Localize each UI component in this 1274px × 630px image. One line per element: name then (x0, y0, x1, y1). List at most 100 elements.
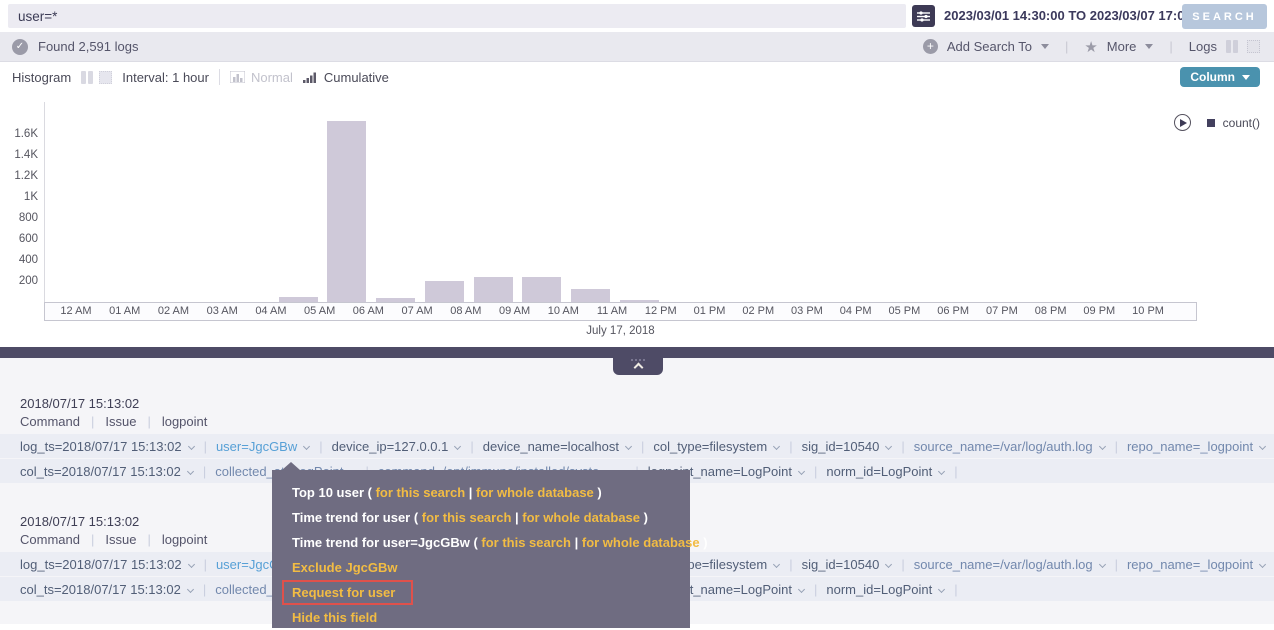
add-search-to-button[interactable]: Add Search To (947, 39, 1032, 54)
chevron-down-icon[interactable] (798, 467, 805, 474)
more-button[interactable]: More (1107, 39, 1137, 54)
sliders-icon (917, 11, 930, 22)
log-tag[interactable]: logpoint (162, 532, 208, 547)
log-field[interactable]: source_name=/var/log/auth.log (914, 439, 1106, 454)
context-menu-link[interactable]: for this search (422, 510, 512, 525)
bar-chart-icon (230, 71, 245, 83)
filter-settings-button[interactable] (912, 5, 935, 27)
context-menu-link[interactable]: for whole database (476, 485, 594, 500)
normal-mode-button[interactable]: Normal (230, 70, 293, 85)
chevron-down-icon[interactable] (773, 560, 780, 567)
chevron-down-icon[interactable] (885, 560, 892, 567)
x-axis-tick-label: 08 AM (450, 305, 481, 317)
chevron-down-icon[interactable] (1259, 442, 1266, 449)
chevron-down-icon[interactable] (798, 585, 805, 592)
chevron-down-icon[interactable] (625, 442, 632, 449)
y-axis-line (44, 102, 45, 302)
chevron-down-icon (1242, 75, 1250, 80)
histogram-bar[interactable] (327, 121, 366, 302)
log-tag[interactable]: Command (20, 532, 80, 547)
grid-view-icon[interactable] (1247, 40, 1260, 53)
log-field[interactable]: user=JgcGBw (216, 439, 310, 454)
histogram-chart: July 17, 2018 count() 1.6K1.4K1.2K1K8006… (0, 92, 1274, 347)
log-field[interactable]: sig_id=10540 (802, 557, 893, 572)
context-menu-item[interactable]: Time trend for user=JgcGBw ( for this se… (272, 530, 690, 555)
chevron-down-icon[interactable] (773, 442, 780, 449)
context-menu-link[interactable]: for whole database (522, 510, 640, 525)
check-circle-icon: ✓ (12, 39, 28, 55)
chevron-down-icon[interactable] (303, 442, 310, 449)
log-tag[interactable]: Command (20, 414, 80, 429)
menu-pointer (282, 462, 300, 470)
log-tag[interactable]: Issue (105, 414, 136, 429)
chevron-down-icon[interactable] (1041, 44, 1049, 49)
histogram-bar[interactable] (474, 277, 513, 302)
context-menu-link[interactable]: for this search (481, 535, 571, 550)
x-axis-tick-label: 02 PM (742, 305, 774, 317)
x-axis-tick-label: 07 AM (402, 305, 433, 317)
highlighted-menu-item-box[interactable]: Request for user (282, 580, 413, 605)
histogram-bar[interactable] (620, 300, 659, 302)
chevron-down-icon[interactable] (885, 442, 892, 449)
histogram-columns-icon[interactable] (81, 71, 93, 84)
chevron-down-icon[interactable] (938, 467, 945, 474)
chevron-down-icon[interactable] (187, 585, 194, 592)
log-field[interactable]: col_ts=2018/07/17 15:13:02 (20, 464, 194, 479)
log-field[interactable]: norm_id=LogPoint (826, 582, 945, 597)
separator: | (1115, 557, 1118, 572)
context-menu-item[interactable]: Exclude JgcGBw (272, 555, 690, 580)
context-menu-link[interactable]: for this search (376, 485, 466, 500)
context-menu-item[interactable]: Hide this field (272, 605, 690, 630)
histogram-bar[interactable] (279, 297, 318, 302)
histogram-grid-icon[interactable] (99, 71, 112, 84)
histogram-bar[interactable] (425, 281, 464, 302)
context-menu-item[interactable]: Time trend for user ( for this search | … (272, 505, 690, 530)
log-field[interactable]: repo_name=_logpoint (1127, 557, 1266, 572)
context-menu-link[interactable]: for whole database (582, 535, 700, 550)
log-field[interactable]: source_name=/var/log/auth.log (914, 557, 1106, 572)
chevron-down-icon[interactable] (454, 442, 461, 449)
log-field[interactable]: norm_id=LogPoint (826, 464, 945, 479)
x-axis-tick-label: 06 AM (353, 305, 384, 317)
play-circle-icon[interactable] (1174, 114, 1191, 131)
log-field[interactable]: log_ts=2018/07/17 15:13:02 (20, 557, 195, 572)
cumulative-mode-button[interactable]: Cumulative (303, 70, 389, 85)
chevron-down-icon[interactable] (188, 442, 195, 449)
column-dropdown-button[interactable]: Column (1180, 67, 1260, 87)
context-menu-item[interactable]: Top 10 user ( for this search | for whol… (272, 480, 690, 505)
x-axis-tick-label: 04 AM (255, 305, 286, 317)
separator: | (470, 439, 473, 454)
context-menu-item[interactable]: Request for user (272, 580, 690, 605)
chevron-down-icon[interactable] (1145, 44, 1153, 49)
log-field[interactable]: log_ts=2018/07/17 15:13:02 (20, 439, 195, 454)
columns-view-icon[interactable] (1226, 40, 1238, 53)
time-range-text: 2023/03/01 14:30:00 TO 2023/03/07 17:00:… (944, 8, 1210, 23)
log-field[interactable]: device_ip=127.0.0.1 (332, 439, 462, 454)
histogram-bar[interactable] (522, 277, 561, 302)
search-button[interactable]: SEARCH (1182, 4, 1267, 29)
chevron-down-icon[interactable] (1099, 560, 1106, 567)
log-tag[interactable]: Issue (105, 532, 136, 547)
chevron-down-icon[interactable] (188, 560, 195, 567)
chevron-down-icon[interactable] (938, 585, 945, 592)
log-field[interactable]: device_name=localhost (483, 439, 632, 454)
histogram-bar[interactable] (376, 298, 415, 302)
log-tags: Command|Issue|logpoint (20, 413, 1274, 429)
log-field[interactable]: col_ts=2018/07/17 15:13:02 (20, 582, 194, 597)
log-tag[interactable]: logpoint (162, 414, 208, 429)
drag-handle-dots (631, 359, 645, 361)
log-field[interactable]: col_type=filesystem (653, 439, 780, 454)
field-context-menu: Top 10 user ( for this search | for whol… (272, 470, 690, 628)
search-query-input[interactable] (8, 4, 906, 28)
x-axis-tick-label: 06 PM (937, 305, 969, 317)
separator: | (814, 464, 817, 479)
chevron-down-icon[interactable] (1099, 442, 1106, 449)
chevron-down-icon[interactable] (1259, 560, 1266, 567)
interval-label: Interval: 1 hour (122, 70, 209, 85)
separator: | (901, 557, 904, 572)
histogram-bar[interactable] (571, 289, 610, 302)
collapse-panel-button[interactable] (613, 358, 663, 375)
log-field[interactable]: repo_name=_logpoint (1127, 439, 1266, 454)
log-field[interactable]: sig_id=10540 (802, 439, 893, 454)
chevron-down-icon[interactable] (187, 467, 194, 474)
